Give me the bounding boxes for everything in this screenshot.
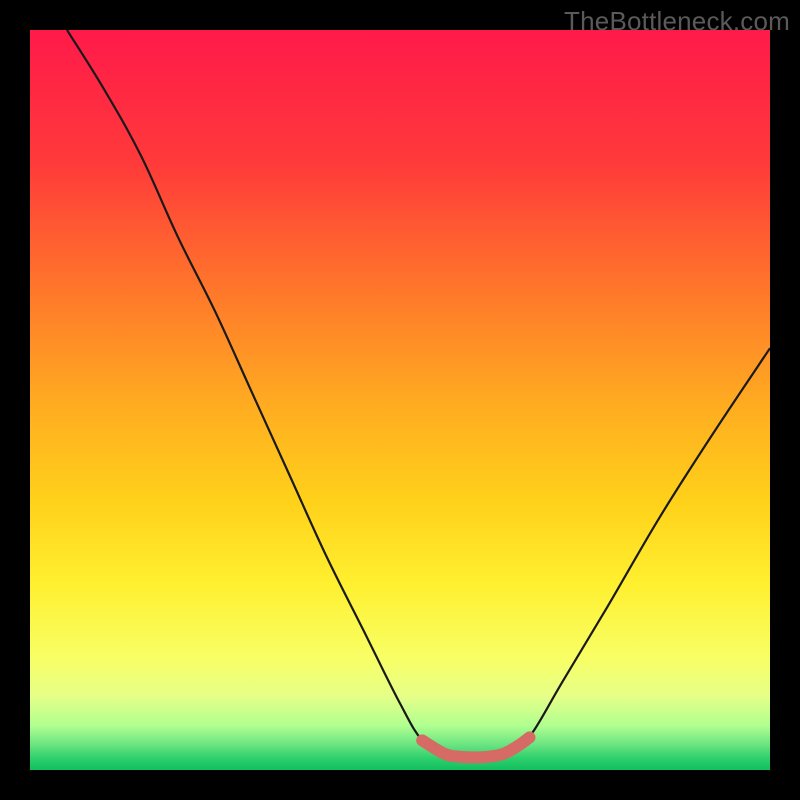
bottleneck-chart [30,30,770,770]
chart-background [30,30,770,770]
root: TheBottleneck.com [0,0,800,800]
plot-frame [30,30,770,770]
